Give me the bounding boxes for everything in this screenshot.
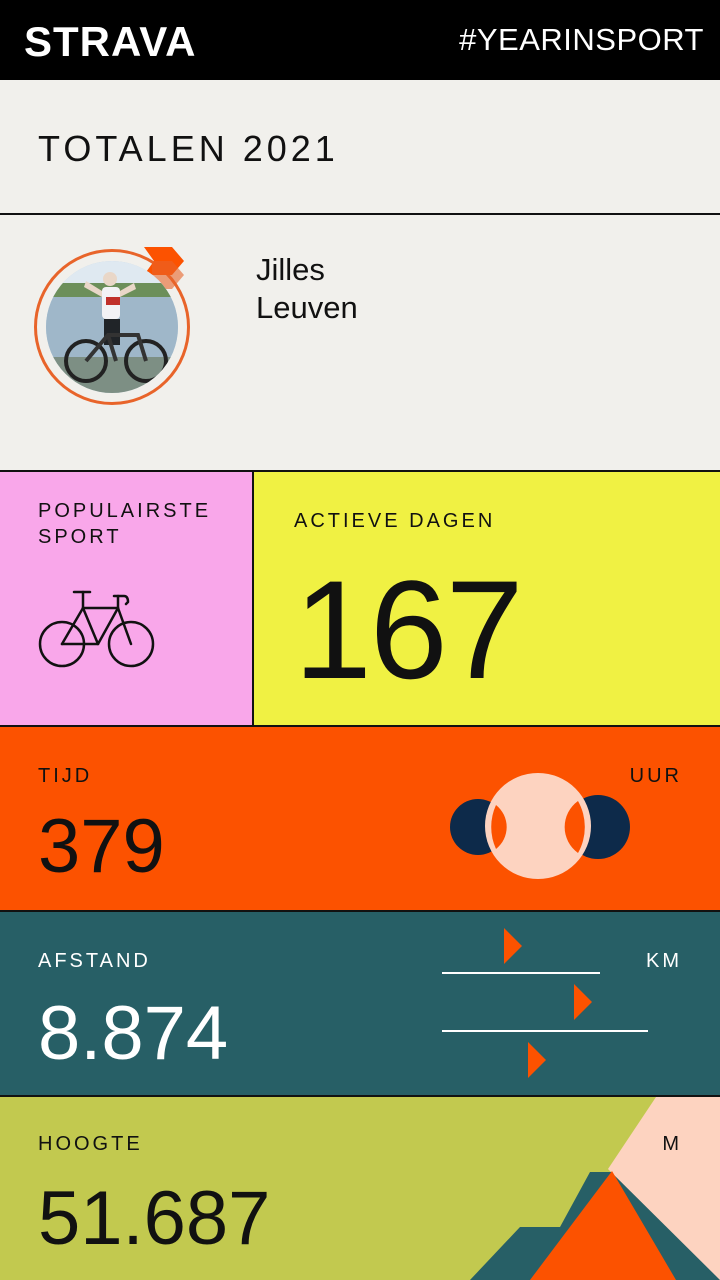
profile-section: Jilles Leuven [0,215,720,472]
time-unit: UUR [629,765,682,787]
overlapping-circles-icon [450,773,630,879]
popular-sport-label-line-1: POPULAIRSTE [38,500,212,522]
hashtag-label: #YEARINSPORT [459,22,704,57]
active-days-label: ACTIEVE DAGEN [294,510,496,532]
bicycle-icon [38,590,155,668]
road-arrows-icon [442,928,648,1078]
elevation-tile: HOOGTE M 51.687 [0,1097,720,1280]
time-value: 379 [38,804,165,889]
time-tile: TIJD UUR 379 [0,727,720,912]
section-header: TOTALEN 2021 [0,80,720,215]
page-title: TOTALEN 2021 [38,128,339,169]
elevation-label: HOOGTE [38,1133,143,1155]
strava-logo: STRAVA [24,18,197,65]
athlete-first-name: Jilles [256,252,325,287]
athlete-last-name: Leuven [256,290,358,325]
distance-value: 8.874 [38,991,229,1076]
avatar-photo [46,261,178,393]
active-days-tile: ACTIEVE DAGEN 167 [254,472,720,727]
popular-sport-label-line-2: SPORT [38,526,122,548]
time-label: TIJD [38,765,93,787]
distance-tile: AFSTAND KM 8.874 [0,912,720,1097]
active-days-value: 167 [294,551,524,708]
avatar[interactable] [34,245,194,405]
elevation-value: 51.687 [38,1176,271,1261]
elevation-unit: M [662,1133,682,1155]
popular-sport-tile: POPULAIRSTE SPORT [0,472,254,727]
popular-sport-label: POPULAIRSTE SPORT [38,498,211,550]
athlete-name: Jilles Leuven [256,251,358,327]
top-bar: STRAVA #YEARINSPORT [0,0,720,80]
cyclist-photo-icon [46,261,178,393]
distance-label: AFSTAND [38,950,151,972]
